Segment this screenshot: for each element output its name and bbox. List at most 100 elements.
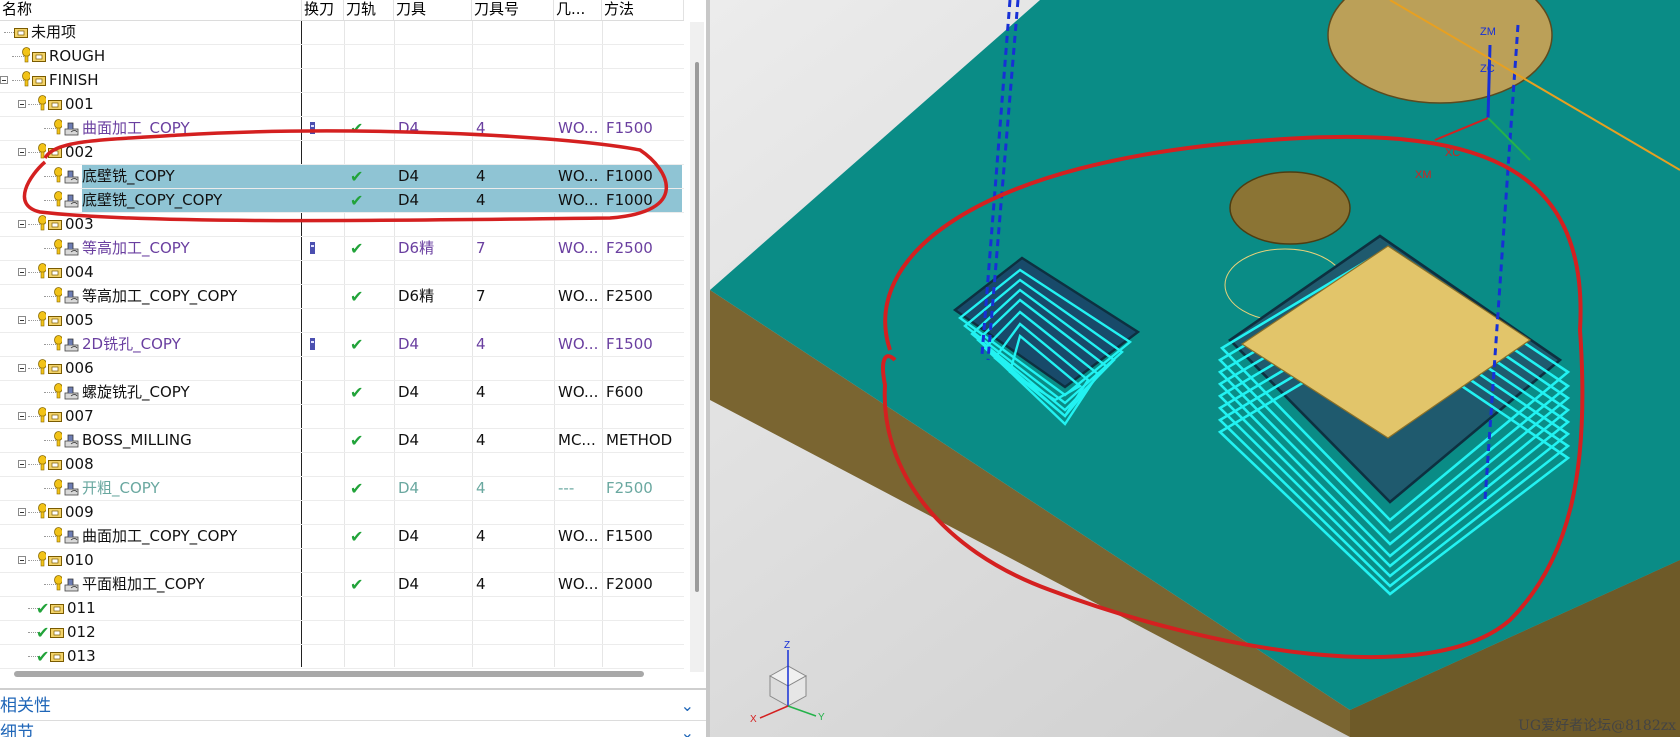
toolpath-ok-icon: ✔ [350,119,364,138]
program-group-icon [48,460,62,470]
row-name: 未用项 [31,23,77,41]
column-header-toolpath[interactable]: 刀轨 [344,0,394,20]
group-row[interactable]: 009 [0,501,684,525]
method-cell: F1500 [606,119,653,137]
group-row[interactable]: 002 [0,141,684,165]
horizontal-scrollbar[interactable] [14,671,644,677]
row-name: 005 [65,311,94,329]
column-header-tool-change[interactable]: 换刀 [302,0,344,20]
operation-row[interactable]: 底壁铣_COPY ✔ D4 4 WO... F1000 [0,165,684,189]
operation-row[interactable]: 等高加工_COPY ✔ D6精 7 WO... F2500 [0,237,684,261]
graphics-viewport[interactable]: ZM ZC XM XC Z X Y UG爱好者论坛@8182zx [710,0,1680,737]
collapse-toggle-icon[interactable] [0,76,8,84]
group-row[interactable]: ✔ 011 [0,597,684,621]
details-panel-title: 细节 [0,723,34,737]
operation-row[interactable]: 开粗_COPY ✔ D4 4 --- F2500 [0,477,684,501]
tool-number-cell: 4 [476,383,486,401]
dependencies-panel-header[interactable]: 相关性 ⌄ [0,694,706,718]
group-row[interactable]: 001 [0,93,684,117]
group-row[interactable]: ✔ 012 [0,621,684,645]
group-row[interactable]: 未用项 [0,21,684,45]
tool-cell: D4 [398,431,420,449]
tool-number-cell: 4 [476,335,486,353]
row-name: ROUGH [49,47,106,65]
chevron-down-icon[interactable]: ⌄ [681,694,694,718]
group-row[interactable]: 004 [0,261,684,285]
method-cell: METHOD [606,431,673,449]
collapse-toggle-icon[interactable] [18,148,26,156]
column-header-tool[interactable]: 刀具 [394,0,472,20]
row-name: 009 [65,503,94,521]
chevron-down-icon[interactable]: ⌄ [681,721,694,737]
operation-row[interactable]: 2D铣孔_COPY ✔ D4 4 WO... F1500 [0,333,684,357]
collapse-toggle-icon[interactable] [18,556,26,564]
column-header-geometry[interactable]: 几... [554,0,602,20]
operation-tree: 未用项 ROUGH FINISH 001 曲面加工_COPY ✔ D4 4 WO... F1500… [0,21,684,669]
lightbulb-icon [54,575,62,591]
lightbulb-icon [38,359,46,375]
group-row[interactable]: 003 [0,213,684,237]
cam-3d-scene[interactable]: ZM ZC XM XC Z X Y [710,0,1680,737]
group-row[interactable]: 006 [0,357,684,381]
collapse-toggle-icon[interactable] [18,460,26,468]
row-name: FINISH [49,71,99,89]
program-group-icon [50,628,64,638]
collapse-toggle-icon[interactable] [18,100,26,108]
group-row[interactable]: FINISH [0,69,684,93]
row-name: 等高加工_COPY [82,239,190,257]
lightbulb-icon [38,215,46,231]
operation-navigator: 名称 换刀 刀轨 刀具 刀具号 几... 方法 未用项 ROUGH FINISH 00… [0,0,706,737]
operation-row[interactable]: 螺旋铣孔_COPY ✔ D4 4 WO... F600 [0,381,684,405]
tool-number-cell: 4 [476,431,486,449]
row-name: 008 [65,455,94,473]
row-name: 011 [67,599,96,617]
method-cell: F1500 [606,527,653,545]
geometry-cell: WO... [558,335,599,353]
group-row[interactable]: ✔ 013 [0,645,684,669]
program-group-icon [48,508,62,518]
collapse-toggle-icon[interactable] [18,364,26,372]
operation-icon [64,338,79,352]
row-name: 曲面加工_COPY_COPY [82,527,238,545]
program-group-icon [48,412,62,422]
method-cell: F1000 [606,191,653,209]
operation-row[interactable]: 曲面加工_COPY ✔ D4 4 WO... F1500 [0,117,684,141]
operation-row[interactable]: 底壁铣_COPY_COPY ✔ D4 4 WO... F1000 [0,189,684,213]
tool-number-cell: 4 [476,479,486,497]
collapse-toggle-icon[interactable] [18,268,26,276]
group-row[interactable]: 010 [0,549,684,573]
forum-watermark: UG爱好者论坛@8182zx [1518,718,1676,734]
group-row[interactable]: 005 [0,309,684,333]
column-header-method[interactable]: 方法 [602,0,684,20]
collapse-toggle-icon[interactable] [18,412,26,420]
collapse-toggle-icon[interactable] [18,316,26,324]
lightbulb-icon [38,407,46,423]
group-row[interactable]: ROUGH [0,45,684,69]
operation-icon [64,482,79,496]
tool-cell: D4 [398,191,420,209]
label-zm: ZM [1480,26,1496,38]
operation-row[interactable]: 等高加工_COPY_COPY ✔ D6精 7 WO... F2500 [0,285,684,309]
operation-row[interactable]: 曲面加工_COPY_COPY ✔ D4 4 WO... F1500 [0,525,684,549]
collapse-toggle-icon[interactable] [18,508,26,516]
tool-cell: D6精 [398,239,435,257]
lightbulb-icon [54,191,62,207]
toolpath-ok-icon: ✔ [350,335,364,354]
vertical-scrollbar[interactable] [690,22,704,672]
label-zc: ZC [1480,63,1495,75]
group-row[interactable]: 007 [0,405,684,429]
method-cell: F1000 [606,167,653,185]
vertical-scroll-thumb[interactable] [695,62,699,592]
column-header-tool-number[interactable]: 刀具号 [472,0,554,20]
operation-row[interactable]: 平面粗加工_COPY ✔ D4 4 WO... F2000 [0,573,684,597]
row-name: 底壁铣_COPY_COPY [82,191,223,209]
collapse-toggle-icon[interactable] [18,220,26,228]
tool-cell: D4 [398,527,420,545]
column-header-name[interactable]: 名称 [0,0,302,20]
operation-icon [64,290,79,304]
details-panel-header[interactable]: 细节 ⌄ [0,720,706,737]
operation-row[interactable]: BOSS_MILLING ✔ D4 4 MC... METHOD [0,429,684,453]
row-name: BOSS_MILLING [82,431,192,449]
row-name: 等高加工_COPY_COPY [82,287,238,305]
group-row[interactable]: 008 [0,453,684,477]
